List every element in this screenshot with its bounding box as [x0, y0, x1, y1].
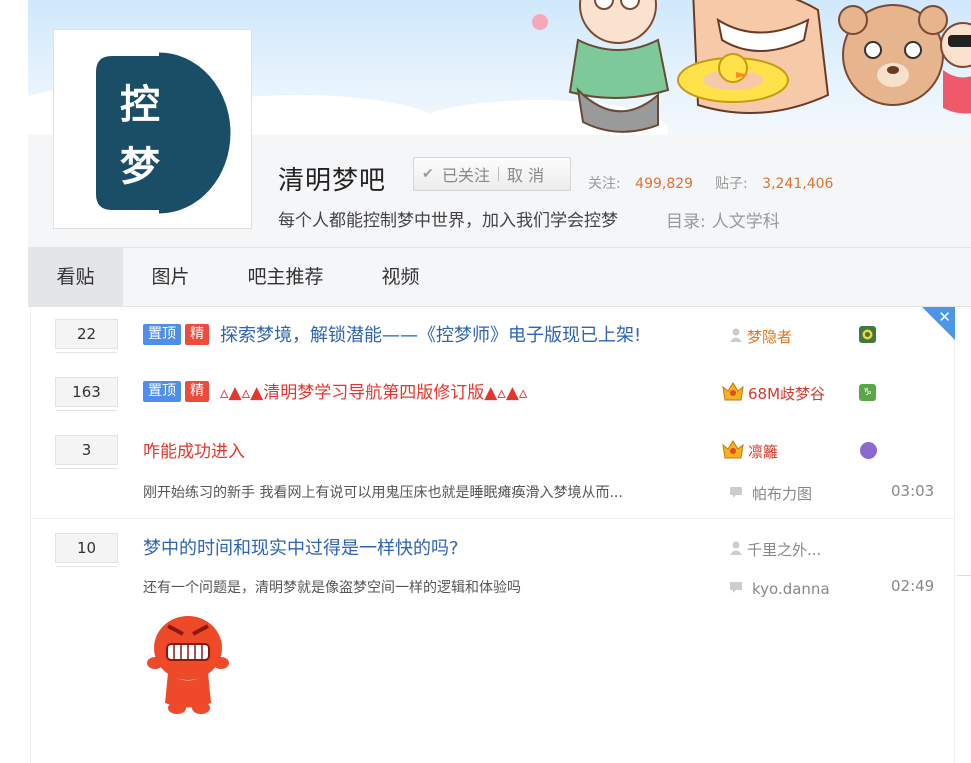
member-badge-icon	[859, 326, 876, 343]
thread-abstract: 还有一个问题是，清明梦就是像盗梦空间一样的逻辑和体验吗	[143, 580, 521, 596]
author-name: 千里之外...	[747, 541, 822, 559]
featured-tag: 精	[185, 381, 209, 402]
reply-count: 22	[55, 319, 118, 353]
thread-title[interactable]: 梦中的时间和现实中过得是一样快的吗?	[143, 534, 459, 560]
posts-stat: 贴子: 3,241,406	[715, 173, 833, 193]
crown-icon	[722, 381, 744, 405]
thread-emoji-image[interactable]	[143, 608, 233, 718]
thread-title[interactable]: 咋能成功进入	[143, 437, 245, 462]
featured-tag: 精	[185, 324, 209, 345]
followers-stat: 关注: 499,829	[588, 173, 693, 193]
comment-icon	[729, 485, 743, 503]
last-replier[interactable]: 帕布力图	[729, 483, 812, 504]
close-icon: ✕	[938, 308, 951, 326]
checkmark-icon: ✔	[422, 166, 434, 182]
crown-icon	[722, 439, 744, 463]
unfollow-label: 取 消	[507, 166, 545, 185]
author-name: 凛籬	[748, 442, 779, 461]
thread-title[interactable]: ▵▲▵▲清明梦学习导航第四版修订版▲▵▲▵	[220, 378, 527, 403]
unfollow-button[interactable]: 取 消	[507, 162, 544, 186]
author-name: 梦隐者	[747, 328, 793, 346]
comment-icon	[729, 580, 743, 598]
followed-button[interactable]: ✔ 已关注	[422, 162, 490, 186]
thread-abstract: 刚开始练习的新手 我看网上有说可以用鬼压床也就是睡眠瘫痪滑入梦境从而...	[143, 485, 623, 501]
forum-catalog: 目录: 人文学科	[666, 207, 780, 232]
divider	[498, 167, 500, 181]
logo-text-1: 控	[120, 82, 160, 128]
tab-posts[interactable]: 看贴	[28, 248, 123, 306]
reply-count: 10	[55, 533, 118, 567]
posts-label: 贴子:	[715, 176, 748, 192]
replier-name: 帕布力图	[752, 485, 813, 503]
follow-toggle[interactable]: ✔ 已关注 取 消	[413, 157, 571, 191]
member-badge-icon: ♑	[859, 384, 876, 401]
reply-time: 02:49	[891, 577, 935, 595]
logo-text-2: 梦	[120, 144, 160, 190]
pinned-tag: 置顶	[143, 381, 181, 402]
tab-recommended[interactable]: 吧主推荐	[228, 248, 343, 306]
forum-logo: 控 梦	[53, 29, 252, 229]
tab-images[interactable]: 图片	[123, 248, 218, 306]
reply-time: 03:03	[891, 482, 935, 500]
catalog-link[interactable]: 人文学科	[712, 212, 780, 232]
banner-cartoon-illustration	[532, 0, 971, 133]
tab-videos[interactable]: 视频	[363, 248, 438, 306]
close-button[interactable]: ✕	[922, 307, 955, 340]
forum-title: 清明梦吧	[278, 166, 387, 196]
thread-divider	[30, 518, 955, 519]
thread-author[interactable]: 梦隐者	[729, 326, 792, 347]
thread-author[interactable]: 凛籬	[722, 439, 778, 463]
reply-count: 163	[55, 377, 118, 411]
followed-label: 已关注	[442, 166, 491, 185]
thread-author[interactable]: 千里之外...	[729, 539, 821, 560]
thread-author[interactable]: 68M歧梦谷	[722, 381, 825, 405]
posts-count: 3,241,406	[762, 176, 834, 192]
reply-count: 3	[55, 435, 118, 469]
pinned-tag: 置顶	[143, 324, 181, 345]
replier-name: kyo.danna	[752, 580, 830, 598]
forum-tabs: 看贴 图片 吧主推荐 视频	[28, 248, 971, 307]
forum-slogan: 每个人都能控制梦中世界，加入我们学会控梦	[278, 211, 618, 231]
catalog-label: 目录:	[666, 212, 706, 232]
last-replier[interactable]: kyo.danna	[729, 580, 830, 598]
scroll-edge	[957, 575, 971, 576]
user-icon	[729, 541, 743, 559]
author-name: 68M歧梦谷	[748, 384, 826, 403]
thread-title[interactable]: 探索梦境，解锁潜能——《控梦师》电子版现已上架!	[220, 321, 641, 347]
followers-count: 499,829	[635, 176, 694, 192]
member-badge-icon	[860, 442, 877, 459]
user-icon	[729, 328, 743, 346]
followers-label: 关注:	[588, 176, 621, 192]
